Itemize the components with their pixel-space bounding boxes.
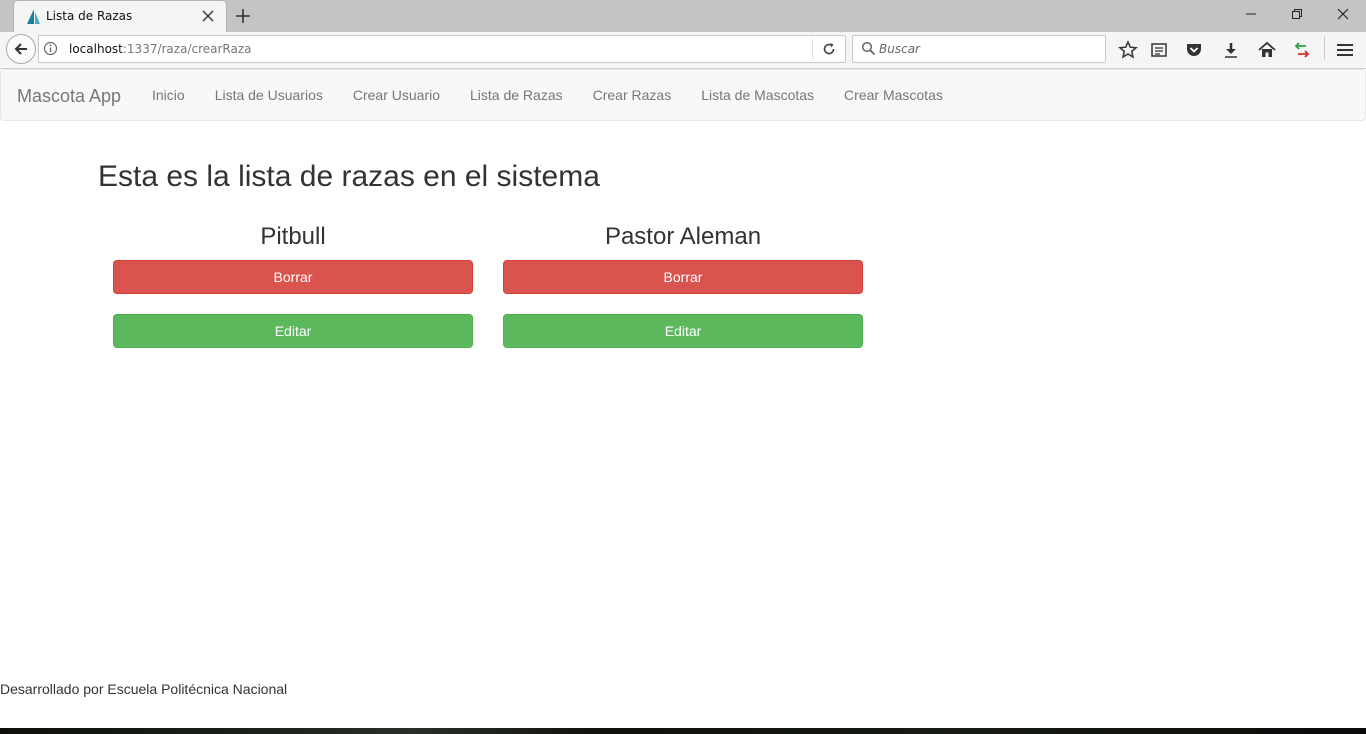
- nav-link-lista-mascotas[interactable]: Lista de Mascotas: [686, 70, 829, 120]
- url-text[interactable]: localhost:1337/raza/crearRaza: [69, 42, 252, 56]
- toolbar-divider: [1324, 36, 1325, 60]
- search-icon: [861, 41, 876, 56]
- edit-breed-button[interactable]: Editar: [503, 314, 863, 348]
- bookmark-star-icon[interactable]: [1118, 40, 1138, 60]
- breed-card: Pitbull Borrar Editar: [113, 222, 473, 348]
- search-bar[interactable]: [852, 35, 1106, 63]
- minimize-icon: [1246, 13, 1256, 15]
- url-bar[interactable]: localhost:1337/raza/crearRaza: [38, 35, 846, 63]
- nav-link-crear-mascotas[interactable]: Crear Mascotas: [829, 70, 958, 120]
- page-title: Esta es la lista de razas en el sistema: [98, 160, 600, 193]
- search-input[interactable]: [879, 39, 1099, 58]
- nav-link-lista-usuarios[interactable]: Lista de Usuarios: [200, 70, 338, 120]
- hamburger-menu-icon[interactable]: [1335, 40, 1355, 60]
- breed-card: Pastor Aleman Borrar Editar: [503, 222, 863, 348]
- reload-icon[interactable]: [821, 41, 837, 57]
- sync-arrows-icon[interactable]: [1292, 40, 1312, 60]
- nav-link-crear-usuario[interactable]: Crear Usuario: [338, 70, 455, 120]
- home-icon[interactable]: [1257, 40, 1277, 60]
- site-info-icon[interactable]: [43, 41, 58, 56]
- app-navbar: Mascota App Inicio Lista de Usuarios Cre…: [0, 69, 1366, 121]
- restore-button[interactable]: [1274, 0, 1320, 30]
- new-tab-plus-icon[interactable]: [234, 7, 252, 25]
- breed-name: Pitbull: [260, 223, 326, 250]
- brand-link[interactable]: Mascota App: [17, 86, 121, 106]
- browser-tab[interactable]: Lista de Razas: [14, 1, 226, 32]
- browser-toolbar: localhost:1337/raza/crearRaza: [0, 32, 1366, 69]
- close-window-icon: [1337, 8, 1349, 20]
- nav-link-crear-razas[interactable]: Crear Razas: [578, 70, 687, 120]
- close-window-button[interactable]: [1320, 0, 1366, 30]
- nav-link-lista-razas[interactable]: Lista de Razas: [455, 70, 578, 120]
- nav-link-inicio[interactable]: Inicio: [137, 70, 200, 120]
- back-arrow-icon: [14, 43, 27, 55]
- close-tab-icon[interactable]: [201, 9, 215, 23]
- browser-tab-strip: Lista de Razas: [0, 0, 1366, 32]
- restore-icon: [1292, 9, 1302, 19]
- url-path: :1337/raza/crearRaza: [122, 42, 252, 56]
- edit-breed-button[interactable]: Editar: [113, 314, 473, 348]
- footer-text: Desarrollado por Escuela Politécnica Nac…: [0, 681, 288, 697]
- breed-name: Pastor Aleman: [604, 223, 762, 250]
- bookmarks-menu-icon[interactable]: [1149, 40, 1169, 60]
- minimize-button[interactable]: [1228, 0, 1274, 30]
- url-host: localhost: [69, 42, 123, 56]
- download-icon[interactable]: [1221, 40, 1241, 60]
- tab-title: Lista de Razas: [46, 9, 133, 23]
- nav-links: Inicio Lista de Usuarios Crear Usuario L…: [137, 70, 958, 120]
- back-button[interactable]: [6, 34, 36, 64]
- url-separator: [812, 39, 813, 59]
- delete-breed-button[interactable]: Borrar: [113, 260, 473, 294]
- sails-favicon-icon: [27, 9, 40, 24]
- pocket-icon[interactable]: [1184, 40, 1204, 60]
- desktop-background-strip: [0, 728, 1366, 734]
- delete-breed-button[interactable]: Borrar: [503, 260, 863, 294]
